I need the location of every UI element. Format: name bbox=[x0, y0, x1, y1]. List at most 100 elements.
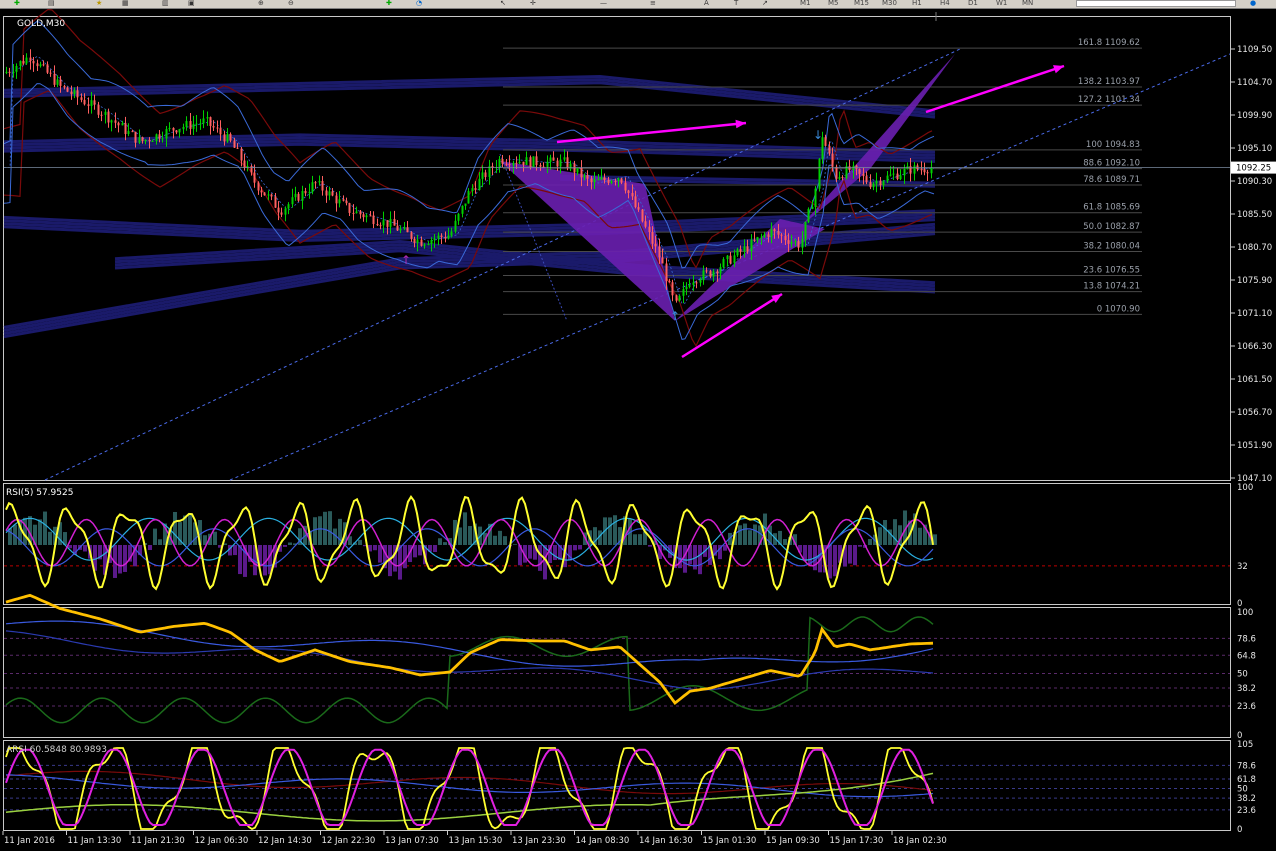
candle-body bbox=[260, 190, 263, 193]
candle-body bbox=[522, 161, 525, 165]
tf-m15[interactable]: M15 bbox=[854, 0, 869, 7]
candle-body bbox=[597, 179, 600, 181]
candle-body bbox=[399, 228, 402, 231]
rsi-histogram-bar bbox=[373, 545, 377, 551]
profiles-icon[interactable]: ▤ bbox=[48, 0, 55, 7]
search-input[interactable] bbox=[1076, 0, 1236, 7]
candle-body bbox=[787, 240, 790, 244]
candle-body bbox=[263, 192, 266, 196]
candle-body bbox=[688, 284, 691, 287]
time-label-0: 11 Jan 2016 bbox=[4, 836, 55, 846]
candle-body bbox=[712, 271, 715, 277]
candle-body bbox=[729, 255, 732, 264]
tf-m1[interactable]: M1 bbox=[800, 0, 811, 7]
crosshair-icon[interactable]: ✛ bbox=[530, 0, 536, 7]
chart-area[interactable]: 161.8 1109.62138.2 1103.97127.2 1101.341… bbox=[0, 9, 1276, 851]
candle-body bbox=[5, 71, 8, 74]
search-icon[interactable]: ● bbox=[1250, 0, 1256, 7]
rsi-histogram-bar bbox=[233, 545, 237, 556]
favorites-icon[interactable]: ★ bbox=[96, 0, 102, 7]
candle-body bbox=[328, 191, 331, 196]
rsi-histogram-bar bbox=[403, 545, 407, 569]
rsi-histogram-bar bbox=[833, 545, 837, 577]
candle-body bbox=[818, 158, 821, 189]
hline-icon[interactable]: — bbox=[600, 0, 607, 7]
fib-label-9: 23.6 1076.55 bbox=[1083, 266, 1140, 276]
candle-body bbox=[104, 111, 107, 115]
candle-body bbox=[583, 175, 586, 178]
candle-body bbox=[280, 212, 283, 215]
candle-body bbox=[804, 221, 807, 240]
zoom-out-icon[interactable]: ⊖ bbox=[288, 0, 294, 7]
candle-body bbox=[865, 176, 868, 183]
candle-body bbox=[236, 147, 239, 149]
candle-body bbox=[70, 91, 73, 95]
data-window-icon[interactable]: ▦ bbox=[122, 0, 129, 7]
fibonacci-icon[interactable]: ≡ bbox=[650, 0, 656, 7]
candle-body bbox=[22, 61, 25, 64]
navigator-icon[interactable]: ▥ bbox=[162, 0, 169, 7]
candle-body bbox=[671, 282, 674, 296]
candle-body bbox=[593, 179, 596, 183]
tf-w1[interactable]: W1 bbox=[996, 0, 1007, 7]
terminal-icon[interactable]: ▣ bbox=[188, 0, 195, 7]
tf-h1[interactable]: H1 bbox=[912, 0, 922, 7]
rsi-histogram-bar bbox=[358, 539, 362, 545]
zoom-in-icon[interactable]: ⊕ bbox=[258, 0, 264, 7]
tf-mn[interactable]: MN bbox=[1022, 0, 1033, 7]
candle-body bbox=[739, 249, 742, 252]
candle-body bbox=[287, 204, 290, 209]
arrows-icon[interactable]: ↗ bbox=[762, 0, 768, 7]
candle-body bbox=[365, 215, 368, 218]
rsi-histogram-bar bbox=[883, 520, 887, 545]
candle-body bbox=[97, 104, 100, 115]
candle-body bbox=[746, 246, 749, 252]
candle-body bbox=[858, 168, 861, 174]
tf-d1[interactable]: D1 bbox=[968, 0, 978, 7]
price-label-5: 1085.50 bbox=[1237, 210, 1272, 220]
candle-body bbox=[420, 239, 423, 246]
text-icon[interactable]: A bbox=[704, 0, 709, 7]
candle-body bbox=[627, 190, 630, 193]
candle-body bbox=[631, 192, 634, 197]
new-order-icon[interactable]: ✚ bbox=[14, 0, 20, 7]
candle-body bbox=[614, 181, 617, 183]
stoch-fast-line bbox=[5, 616, 934, 724]
arsi-axis-label-4: 38.2 bbox=[1237, 794, 1256, 804]
candle-body bbox=[233, 140, 236, 148]
cursor-icon[interactable]: ↖ bbox=[500, 0, 506, 7]
candle-body bbox=[49, 72, 52, 74]
candle-body bbox=[56, 79, 59, 85]
candle-body bbox=[879, 180, 882, 186]
arsi-main-line bbox=[5, 747, 934, 831]
candle-body bbox=[362, 214, 365, 218]
candle-body bbox=[641, 209, 644, 222]
rsi-histogram-bar bbox=[648, 545, 652, 547]
candle-body bbox=[15, 65, 18, 72]
candle-body bbox=[114, 120, 117, 123]
price-label-3: 1095.10 bbox=[1237, 144, 1272, 154]
candle-body bbox=[831, 153, 834, 167]
candle-body bbox=[189, 121, 192, 129]
candle-body bbox=[903, 168, 906, 176]
rsi-histogram-bar bbox=[118, 545, 122, 574]
candle-body bbox=[515, 162, 518, 164]
time-label-8: 13 Jan 23:30 bbox=[512, 836, 566, 846]
rsi-histogram-bar bbox=[378, 545, 382, 563]
tf-h4[interactable]: H4 bbox=[940, 0, 950, 7]
candle-body bbox=[131, 131, 134, 133]
arsi-axis-label-0: 105 bbox=[1237, 740, 1253, 750]
tf-m30[interactable]: M30 bbox=[882, 0, 897, 7]
new-order-button[interactable]: ✚ bbox=[386, 0, 392, 7]
candle-body bbox=[172, 127, 175, 131]
candle-body bbox=[767, 234, 770, 237]
rsi-histogram-bar bbox=[83, 545, 87, 552]
price-label-2: 1099.90 bbox=[1237, 111, 1272, 121]
candle-body bbox=[393, 218, 396, 226]
autotrading-icon[interactable]: ◔ bbox=[416, 0, 422, 7]
rsi-histogram-bar bbox=[868, 539, 872, 545]
label-icon[interactable]: T bbox=[734, 0, 738, 7]
candle-body bbox=[896, 173, 899, 180]
tf-m5[interactable]: M5 bbox=[828, 0, 839, 7]
candle-body bbox=[930, 167, 933, 174]
